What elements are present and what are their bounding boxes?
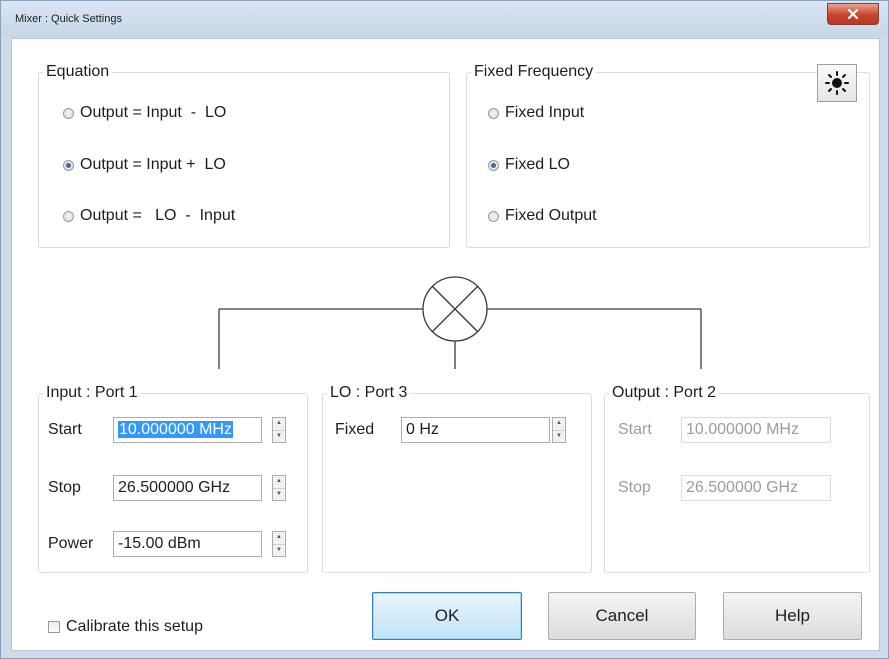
help-button[interactable]: Help <box>723 592 862 640</box>
lo-fixed-field[interactable]: 0 Hz <box>401 417 550 443</box>
output-stop-field: 26.500000 GHz <box>681 475 831 501</box>
cancel-button[interactable]: Cancel <box>548 592 696 640</box>
ok-button[interactable]: OK <box>372 592 522 640</box>
output-start-label: Start <box>618 421 652 438</box>
input-start-field[interactable]: 10.000000 MHz <box>113 417 262 443</box>
output-stop-label: Stop <box>618 479 651 496</box>
title-bar[interactable]: Mixer : Quick Settings <box>1 1 888 37</box>
input-power-value: -15.00 dBm <box>118 535 201 552</box>
lo-fixed-label: Fixed <box>335 421 375 438</box>
input-stop-value: 26.500000 GHz <box>118 479 231 496</box>
input-start-spinner[interactable]: ▲ ▼ <box>272 417 286 443</box>
spin-up-icon[interactable]: ▲ <box>553 418 565 430</box>
input-stop-field[interactable]: 26.500000 GHz <box>113 475 262 501</box>
calibrate-label: Calibrate this setup <box>66 618 203 635</box>
spin-up-icon[interactable]: ▲ <box>273 476 285 488</box>
input-port-title: Input : Port 1 <box>43 384 141 402</box>
dialog-body: Equation Output = Input - LO Output = In… <box>11 38 880 651</box>
calibrate-checkbox[interactable]: Calibrate this setup <box>48 618 203 636</box>
spin-down-icon[interactable]: ▼ <box>273 429 285 443</box>
mixer-diagram <box>218 276 702 369</box>
close-icon <box>847 9 859 19</box>
spin-down-icon[interactable]: ▼ <box>273 487 285 501</box>
output-stop-value: 26.500000 GHz <box>686 479 799 496</box>
lo-fixed-value: 0 Hz <box>406 421 439 438</box>
input-power-field[interactable]: -15.00 dBm <box>113 531 262 557</box>
output-start-value: 10.000000 MHz <box>686 421 799 438</box>
input-stop-spinner[interactable]: ▲ ▼ <box>272 475 286 501</box>
input-start-label: Start <box>48 421 82 438</box>
spin-up-icon[interactable]: ▲ <box>273 418 285 430</box>
window-title: Mixer : Quick Settings <box>15 13 122 25</box>
input-stop-label: Stop <box>48 479 81 496</box>
output-start-field: 10.000000 MHz <box>681 417 831 443</box>
input-power-spinner[interactable]: ▲ ▼ <box>272 531 286 557</box>
input-power-label: Power <box>48 535 94 552</box>
spin-up-icon[interactable]: ▲ <box>273 532 285 544</box>
output-port-title: Output : Port 2 <box>609 384 720 402</box>
input-start-value: 10.000000 MHz <box>118 421 233 438</box>
checkbox-icon <box>48 621 60 633</box>
close-button[interactable] <box>827 3 879 25</box>
mixer-quick-settings-dialog: Mixer : Quick Settings Equation Output =… <box>0 0 889 659</box>
lo-port-title: LO : Port 3 <box>327 384 411 402</box>
spin-down-icon[interactable]: ▼ <box>273 543 285 557</box>
lo-fixed-spinner[interactable]: ▲ ▼ <box>552 417 566 443</box>
spin-down-icon[interactable]: ▼ <box>553 429 565 443</box>
